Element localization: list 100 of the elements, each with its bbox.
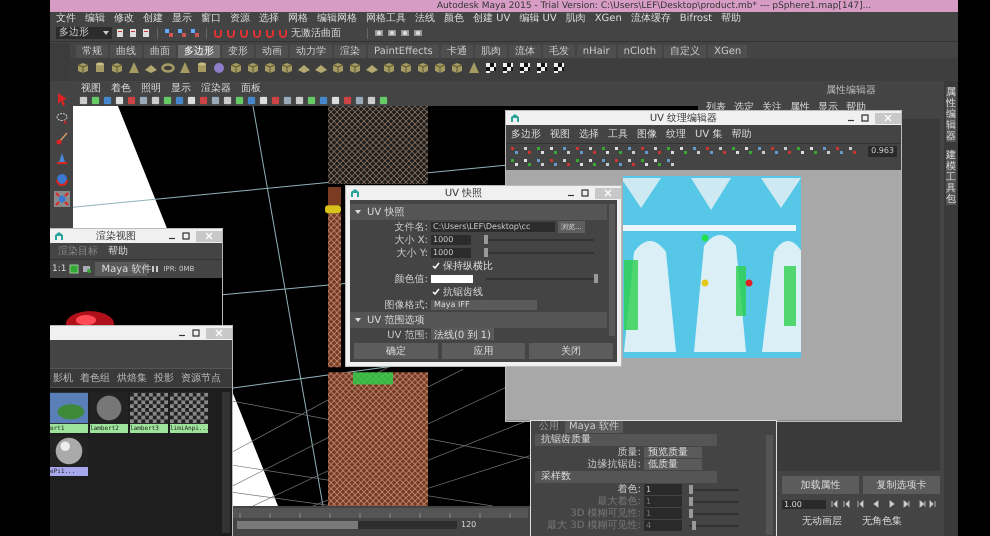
- uv-tool-icon[interactable]: [822, 146, 832, 156]
- side-tab[interactable]: 属性编辑器: [946, 87, 956, 142]
- dropdown[interactable]: 预览质量: [644, 447, 702, 458]
- slider-thumb[interactable]: [484, 248, 488, 257]
- range-slider[interactable]: [237, 520, 457, 528]
- uv-tool-icon[interactable]: [588, 146, 598, 156]
- shelf-tab[interactable]: 多边形: [178, 45, 220, 58]
- cube-icon[interactable]: [348, 61, 362, 75]
- uv-tool-icon[interactable]: [757, 146, 767, 156]
- hypershade-tab[interactable]: 烘焙集: [117, 371, 147, 385]
- cube-icon[interactable]: [263, 61, 277, 75]
- shelf-tab[interactable]: 变形: [222, 45, 254, 58]
- snapshot-icon[interactable]: [69, 264, 80, 274]
- menu-item[interactable]: 帮助: [108, 244, 128, 258]
- cube-icon[interactable]: [331, 61, 345, 75]
- menu-item[interactable]: 文件: [56, 12, 76, 24]
- uv-tool-icon[interactable]: [679, 146, 689, 156]
- menu-item[interactable]: 显示: [172, 12, 192, 24]
- menu-item[interactable]: UV 集: [695, 127, 722, 141]
- uv-tool-icon[interactable]: [575, 146, 585, 156]
- menu-item[interactable]: 创建 UV: [473, 12, 510, 24]
- menu-item[interactable]: 纹理: [666, 127, 686, 141]
- file-icon[interactable]: [115, 28, 125, 38]
- uv-tool-icon[interactable]: [744, 146, 754, 156]
- checkbox[interactable]: [431, 262, 440, 270]
- uv-tool-icon[interactable]: [640, 158, 650, 168]
- mesh-upper-drawing[interactable]: [328, 106, 428, 184]
- menu-item[interactable]: 网格工具: [366, 12, 406, 24]
- mode-dropdown[interactable]: 多边形: [56, 27, 112, 39]
- checker-icon[interactable]: [501, 61, 515, 75]
- panel-menu-item[interactable]: 视图: [81, 80, 101, 94]
- uv-tool-icon[interactable]: [601, 158, 611, 168]
- shelf-tab[interactable]: 卡通: [440, 45, 473, 58]
- panel-menu-item[interactable]: 着色: [111, 80, 131, 94]
- menu-item[interactable]: 帮助: [731, 127, 752, 141]
- file-icon[interactable]: [141, 28, 151, 38]
- sphere-icon[interactable]: [212, 61, 226, 75]
- menu-item[interactable]: 窗口: [201, 12, 221, 24]
- uv-tool-icon[interactable]: [562, 146, 572, 156]
- input-field[interactable]: 1: [644, 484, 682, 495]
- shelf-tab[interactable]: nCloth: [618, 45, 662, 58]
- uv-tool-icon[interactable]: [731, 146, 741, 156]
- hypershade-tab[interactable]: 投影: [154, 371, 174, 385]
- checker-icon[interactable]: [552, 61, 566, 75]
- shelf-tab[interactable]: 曲面: [144, 45, 176, 58]
- uv-tool-icon[interactable]: [536, 146, 546, 156]
- uv-tool-icon[interactable]: [809, 146, 819, 156]
- maximize-icon[interactable]: [192, 329, 200, 337]
- uv-tool-icon[interactable]: [614, 158, 624, 168]
- shelf-tab[interactable]: PaintEffects: [368, 45, 439, 58]
- shelf-tab[interactable]: 渲染: [334, 45, 366, 58]
- menu-item[interactable]: 资源: [230, 12, 250, 24]
- uv-tool-icon[interactable]: [588, 158, 598, 168]
- cylinder-icon[interactable]: [93, 61, 107, 75]
- maximize-icon[interactable]: [182, 232, 190, 240]
- hypershade-tab[interactable]: 资源节点: [181, 371, 221, 385]
- menu-item[interactable]: 肌肉: [566, 12, 586, 24]
- checkbox[interactable]: [431, 288, 440, 296]
- render-icon[interactable]: [82, 264, 92, 274]
- current-frame-field[interactable]: 1.00: [782, 500, 826, 508]
- uv-tool-icon[interactable]: [562, 158, 572, 168]
- render-icon[interactable]: [374, 28, 384, 38]
- checker-icon[interactable]: [484, 61, 498, 75]
- uv-tool-icon[interactable]: [666, 146, 676, 156]
- uv-tool-icon[interactable]: [653, 158, 663, 168]
- menu-item[interactable]: 法线: [415, 12, 435, 24]
- menu-item[interactable]: Bifrost: [680, 12, 712, 24]
- format-dropdown[interactable]: Maya IFF: [431, 300, 537, 310]
- menu-item[interactable]: XGen: [594, 12, 622, 24]
- uv-tool-icon[interactable]: [796, 146, 806, 156]
- cylinder-icon[interactable]: [195, 61, 209, 75]
- uv-tool-icon[interactable]: [640, 146, 650, 156]
- slider-thumb[interactable]: [689, 484, 693, 494]
- uv-tool-icon[interactable]: [601, 146, 611, 156]
- uv-tool-icon[interactable]: [718, 146, 728, 156]
- uv-tool-icon[interactable]: [536, 158, 546, 168]
- uv-tool-icon[interactable]: [575, 158, 585, 168]
- menu-item[interactable]: 图像: [637, 127, 657, 141]
- shelf-tab[interactable]: 流体: [508, 45, 541, 58]
- menu-item[interactable]: 选择: [579, 127, 599, 141]
- uv-tool-icon[interactable]: [692, 146, 702, 156]
- cube-icon[interactable]: [76, 61, 90, 75]
- cube-icon[interactable]: [450, 61, 464, 75]
- cube-icon[interactable]: [110, 61, 124, 75]
- uv-tool-icon[interactable]: [549, 158, 559, 168]
- shelf-tab[interactable]: 肌肉: [474, 45, 507, 58]
- cube-icon[interactable]: [246, 61, 260, 75]
- cone-icon[interactable]: [127, 61, 141, 75]
- mesh-edge-drawing[interactable]: [325, 187, 341, 368]
- shelf-tab[interactable]: 毛发: [542, 45, 575, 58]
- value-field[interactable]: 0.963: [868, 146, 897, 157]
- selection-mask-icon[interactable]: [190, 28, 200, 38]
- uv-tool-icon[interactable]: [510, 146, 520, 156]
- panel-menu-item[interactable]: 显示: [171, 80, 191, 94]
- uv-tool-icon[interactable]: [705, 146, 715, 156]
- brush-icon[interactable]: [54, 131, 70, 147]
- input-field[interactable]: C:\Users\LEF\Desktop\cc: [431, 222, 555, 232]
- cube-icon[interactable]: [382, 61, 396, 75]
- uv-tool-icon[interactable]: [627, 146, 637, 156]
- maximize-icon[interactable]: [581, 189, 589, 197]
